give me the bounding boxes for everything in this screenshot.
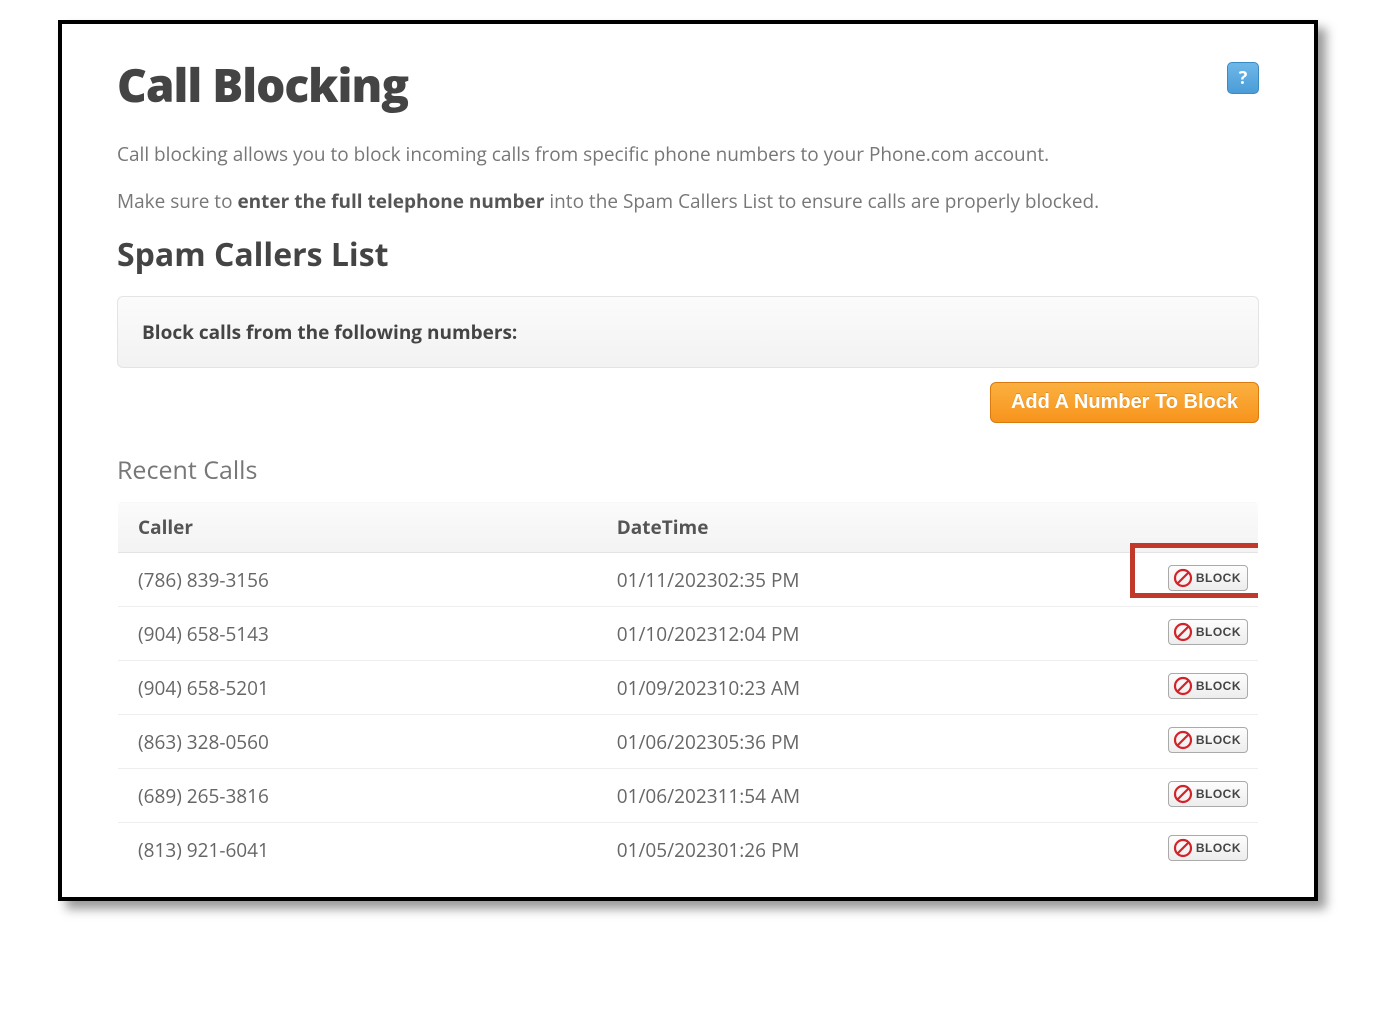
description-line-2: Make sure to enter the full telephone nu… [117, 187, 1259, 216]
block-icon [1173, 838, 1193, 858]
table-row: (689) 265-381601/06/202311:54 AM BLOCK [118, 769, 1259, 823]
block-icon [1173, 568, 1193, 588]
desc2-pre: Make sure to [117, 188, 237, 214]
block-button[interactable]: BLOCK [1168, 673, 1248, 699]
block-icon [1173, 622, 1193, 642]
datetime-cell: 01/10/202312:04 PM [597, 607, 1088, 661]
desc2-strong: enter the full telephone number [237, 188, 544, 214]
help-icon: ? [1239, 66, 1248, 90]
block-button-label: BLOCK [1196, 841, 1241, 855]
table-row: (813) 921-604101/05/202301:26 PM BLOCK [118, 823, 1259, 877]
caller-cell: (904) 658-5143 [118, 607, 597, 661]
block-icon [1173, 676, 1193, 696]
table-row: (904) 658-520101/09/202310:23 AM BLOCK [118, 661, 1259, 715]
datetime-cell: 01/06/202305:36 PM [597, 715, 1088, 769]
caller-cell: (689) 265-3816 [118, 769, 597, 823]
block-button-label: BLOCK [1196, 787, 1241, 801]
table-header-row: Caller DateTime [118, 502, 1259, 553]
action-cell: BLOCK [1087, 823, 1258, 877]
desc2-post: into the Spam Callers List to ensure cal… [544, 188, 1099, 214]
block-icon [1173, 730, 1193, 750]
caller-cell: (904) 658-5201 [118, 661, 597, 715]
block-icon-wrap [1173, 676, 1193, 696]
table-row: (863) 328-056001/06/202305:36 PM BLOCK [118, 715, 1259, 769]
block-button[interactable]: BLOCK [1168, 835, 1248, 861]
block-button-label: BLOCK [1196, 625, 1241, 639]
add-number-button[interactable]: Add A Number To Block [990, 382, 1259, 423]
table-row: (786) 839-315601/11/202302:35 PM BLOCK [118, 553, 1259, 607]
page-container: Call Blocking ? Call blocking allows you… [58, 20, 1318, 901]
block-button-label: BLOCK [1196, 571, 1241, 585]
caller-cell: (786) 839-3156 [118, 553, 597, 607]
block-icon-wrap [1173, 730, 1193, 750]
recent-calls-table: Caller DateTime (786) 839-315601/11/2023… [117, 501, 1259, 877]
block-button-label: BLOCK [1196, 733, 1241, 747]
block-icon-wrap [1173, 622, 1193, 642]
block-button[interactable]: BLOCK [1168, 781, 1248, 807]
datetime-cell: 01/05/202301:26 PM [597, 823, 1088, 877]
caller-cell: (813) 921-6041 [118, 823, 597, 877]
action-cell: BLOCK [1087, 661, 1258, 715]
action-cell: BLOCK [1087, 715, 1258, 769]
block-icon-wrap [1173, 784, 1193, 804]
block-button[interactable]: BLOCK [1168, 619, 1248, 645]
spam-list-heading: Spam Callers List [117, 233, 1259, 276]
spam-list-panel-text: Block calls from the following numbers: [142, 319, 1234, 345]
block-icon-wrap [1173, 568, 1193, 588]
table-row: (904) 658-514301/10/202312:04 PM BLOCK [118, 607, 1259, 661]
add-button-row: Add A Number To Block [117, 382, 1259, 423]
block-button[interactable]: BLOCK [1168, 565, 1248, 591]
description-line-1: Call blocking allows you to block incomi… [117, 140, 1259, 169]
spam-list-panel: Block calls from the following numbers: [117, 296, 1259, 368]
block-icon [1173, 784, 1193, 804]
column-datetime: DateTime [597, 502, 1088, 553]
datetime-cell: 01/09/202310:23 AM [597, 661, 1088, 715]
action-cell: BLOCK [1087, 769, 1258, 823]
block-button-label: BLOCK [1196, 679, 1241, 693]
action-cell: BLOCK [1087, 607, 1258, 661]
header-row: Call Blocking ? [117, 54, 1259, 140]
page-title: Call Blocking [117, 54, 408, 116]
datetime-cell: 01/11/202302:35 PM [597, 553, 1088, 607]
action-cell: BLOCK [1087, 553, 1258, 607]
caller-cell: (863) 328-0560 [118, 715, 597, 769]
block-button[interactable]: BLOCK [1168, 727, 1248, 753]
block-icon-wrap [1173, 838, 1193, 858]
column-action [1087, 502, 1258, 553]
datetime-cell: 01/06/202311:54 AM [597, 769, 1088, 823]
column-caller: Caller [118, 502, 597, 553]
help-button[interactable]: ? [1227, 62, 1259, 94]
recent-calls-heading: Recent Calls [117, 453, 1259, 487]
